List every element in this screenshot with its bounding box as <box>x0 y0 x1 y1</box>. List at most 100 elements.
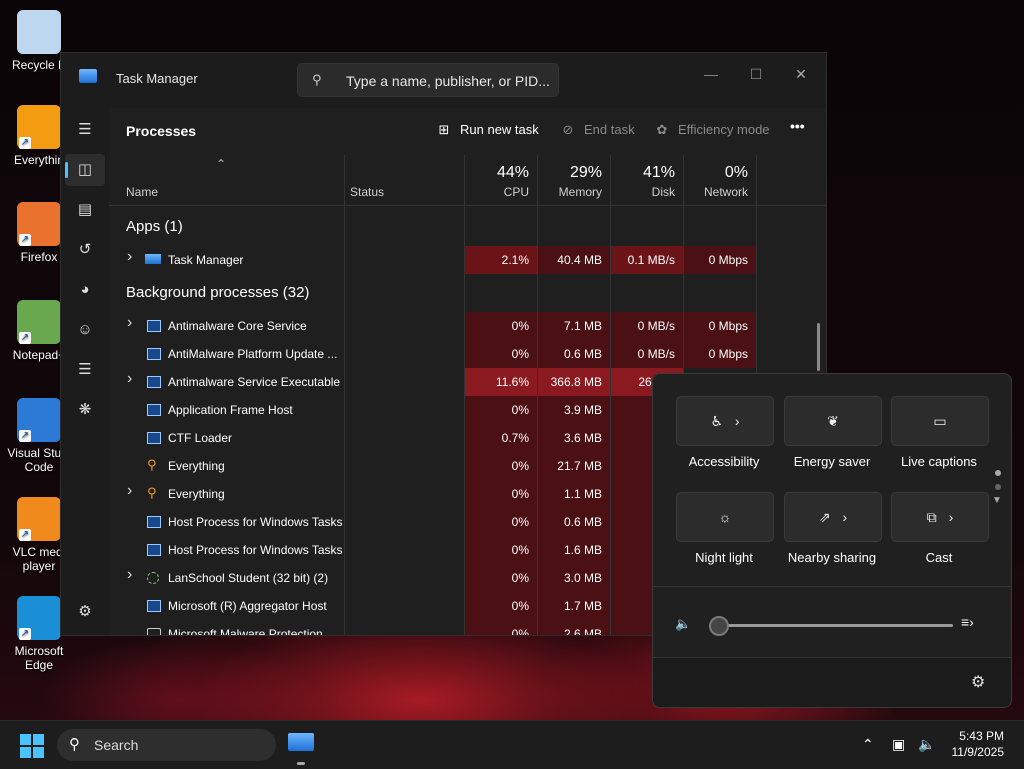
process-row[interactable]: AntiMalware Platform Update ... 0% 0.6 MB 0… <box>109 340 826 368</box>
search-input[interactable] <box>344 70 553 92</box>
maximize-button[interactable]: ☐ <box>734 59 778 89</box>
column-header-memory[interactable]: 29% Memory <box>538 155 611 205</box>
vertical-scrollbar[interactable] <box>817 323 820 371</box>
shortcut-arrow-icon: ↗ <box>19 529 31 541</box>
disk-total: 41% <box>642 164 675 181</box>
column-header-status[interactable]: Status <box>345 155 465 205</box>
vlc-icon: ↗ <box>17 497 61 541</box>
column-header-cpu[interactable]: 44% CPU <box>465 155 538 205</box>
task-manager-icon <box>145 254 161 264</box>
memory-cell: 1.6 MB <box>538 536 610 564</box>
shortcut-arrow-icon: ↗ <box>19 137 31 149</box>
run-new-task-button[interactable]: ⊞ Run new task <box>436 122 539 138</box>
startup-apps-nav-icon[interactable]: ◕ <box>65 274 105 306</box>
processes-nav-icon[interactable]: ◫ <box>65 154 105 186</box>
title-bar[interactable]: Task Manager ⚲ — ☐ ✕ <box>61 53 826 103</box>
chevron-right-icon[interactable]: › <box>839 509 847 525</box>
process-name: Task Manager <box>168 253 244 267</box>
volume-icon[interactable]: 🔈 <box>918 736 935 753</box>
details-nav-icon[interactable]: ☰ <box>65 354 105 386</box>
chevron-right-icon[interactable]: › <box>127 314 141 332</box>
chevron-right-icon[interactable]: › <box>127 482 141 500</box>
lanschool-icon <box>147 572 159 584</box>
system-clock[interactable]: 5:43 PM 11/9/2025 <box>952 728 1005 760</box>
speaker-muted-icon[interactable]: 🔈 <box>675 616 691 632</box>
chevron-right-icon[interactable]: › <box>127 370 141 388</box>
running-indicator <box>297 762 305 765</box>
search-box[interactable]: ⚲ <box>297 63 559 97</box>
process-row[interactable]: › Antimalware Core Service 0% 7.1 MB 0 MB/s 0… <box>109 312 826 340</box>
desktop-icon-label: Microsoft Edge <box>14 644 64 672</box>
process-name: LanSchool Student (32 bit) (2) <box>168 571 329 585</box>
chevron-right-icon[interactable]: › <box>731 413 740 429</box>
start-button[interactable] <box>20 734 44 758</box>
chevron-right-icon[interactable]: › <box>127 566 141 584</box>
volume-slider-track[interactable] <box>713 624 953 627</box>
shield-icon <box>147 628 161 635</box>
memory-cell: 3.6 MB <box>538 424 610 452</box>
memory-cell: 7.1 MB <box>538 312 610 340</box>
network-icon[interactable]: ▣ <box>892 736 905 753</box>
accessibility-icon: ♿ <box>710 413 723 429</box>
column-name-label: Name <box>126 185 159 199</box>
vscode-icon: ↗ <box>17 398 61 442</box>
cpu-cell: 0% <box>465 312 537 340</box>
memory-cell: 3.0 MB <box>538 564 610 592</box>
quick-tile-label: Accessibility <box>688 454 760 469</box>
process-row[interactable]: › Task Manager 2.1% 40.4 MB 0.1 MB/s 0 Mbps <box>109 246 826 274</box>
column-header-name[interactable]: ⌃ Name <box>109 155 345 205</box>
volume-slider-thumb[interactable] <box>709 616 729 636</box>
process-name: Host Process for Windows Tasks <box>168 543 343 557</box>
search-icon: ⚲ <box>69 736 80 753</box>
chevron-right-icon[interactable]: › <box>945 509 954 525</box>
app-history-nav-icon[interactable]: ↺ <box>65 234 105 266</box>
settings-gear-icon[interactable]: ⚙ <box>65 596 105 628</box>
hamburger-menu-icon[interactable]: ☰ <box>65 114 105 146</box>
quick-settings-panel: ♿ › Accessibility ❦ Energy saver ▭ Live capti… <box>652 373 1012 708</box>
clock-date: 11/9/2025 <box>951 745 1005 759</box>
end-task-button[interactable]: ⊘ End task <box>560 122 635 138</box>
show-hidden-icons-chevron-icon[interactable]: ⌃ <box>862 736 874 753</box>
disk-cell: 0.1 MB/s <box>611 246 683 274</box>
quick-settings-divider <box>653 586 1011 587</box>
chevron-down-icon[interactable]: ▼ <box>992 495 1002 506</box>
disk-cell: 0 MB/s <box>611 312 683 340</box>
group-header-apps: Apps (1) <box>126 218 183 235</box>
audio-output-select-icon[interactable]: ≡› <box>961 614 974 630</box>
column-header-network[interactable]: 0% Network <box>684 155 757 205</box>
quick-tile-nearby-sharing[interactable]: ⇗ › <box>784 492 882 542</box>
memory-cell: 366.8 MB <box>538 368 610 396</box>
shortcut-arrow-icon: ↗ <box>19 234 31 246</box>
firefox-icon: ↗ <box>17 202 61 246</box>
quick-tile-accessibility[interactable]: ♿ › <box>676 396 774 446</box>
taskbar-search-box[interactable]: ⚲ Search <box>57 729 276 761</box>
memory-label: Memory <box>558 185 602 199</box>
run-task-icon: ⊞ <box>438 122 450 137</box>
close-button[interactable]: ✕ <box>779 59 823 89</box>
live-captions-icon: ▭ <box>933 413 947 429</box>
quick-tile-energy-saver[interactable]: ❦ <box>784 396 882 446</box>
memory-cell: 0.6 MB <box>538 340 610 368</box>
cpu-cell: 0% <box>465 620 537 635</box>
more-options-button[interactable]: ••• <box>790 118 805 134</box>
task-manager-taskbar-icon[interactable] <box>288 733 314 751</box>
cast-icon: ⧉ <box>926 509 937 525</box>
quick-tile-cast[interactable]: ⧉ › <box>891 492 989 542</box>
app-window-icon <box>147 432 161 444</box>
chevron-right-icon[interactable]: › <box>127 248 141 266</box>
cpu-cell: 0% <box>465 536 537 564</box>
quick-tile-live-captions[interactable]: ▭ <box>891 396 989 446</box>
performance-nav-icon[interactable]: ▤ <box>65 194 105 226</box>
quick-tile-night-light[interactable]: ☼ <box>676 492 774 542</box>
shortcut-arrow-icon: ↗ <box>19 430 31 442</box>
process-name: Everything <box>168 459 225 473</box>
services-nav-icon[interactable]: ❋ <box>65 394 105 426</box>
quick-tile-label: Live captions <box>901 454 977 469</box>
users-nav-icon[interactable]: ☺ <box>65 314 105 346</box>
column-header-disk[interactable]: 41% Disk <box>611 155 684 205</box>
settings-gear-icon[interactable]: ⚙ <box>971 672 985 692</box>
run-new-task-label: Run new task <box>460 122 539 137</box>
shortcut-arrow-icon: ↗ <box>19 332 31 344</box>
efficiency-mode-button[interactable]: ✿ Efficiency mode <box>654 122 770 138</box>
minimize-button[interactable]: — <box>689 59 733 89</box>
